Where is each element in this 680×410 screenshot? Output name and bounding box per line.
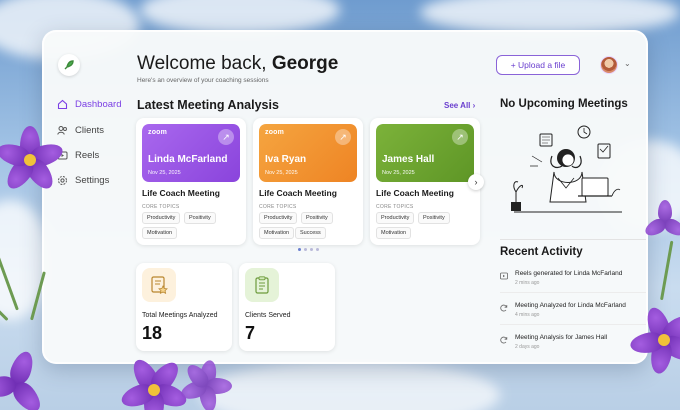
refresh-icon: [500, 304, 508, 312]
stat-label: Clients Served: [245, 312, 291, 319]
see-all-link[interactable]: See All ›: [444, 101, 475, 110]
app-window: Dashboard Clients Reels Settings Welcome…: [42, 30, 648, 364]
topic-tag: Productivity: [376, 212, 415, 224]
document-star-icon: [142, 268, 176, 302]
sidebar-item-settings[interactable]: Settings: [56, 170, 109, 190]
right-panel: + Upload a file ⌄ No Upcoming Meetings R: [496, 32, 646, 362]
upcoming-meetings-title: No Upcoming Meetings: [500, 98, 628, 110]
client-name: Iva Ryan: [265, 154, 307, 165]
stat-label: Total Meetings Analyzed: [142, 312, 218, 319]
divider: [500, 324, 646, 325]
carousel-next-button[interactable]: ›: [468, 174, 484, 190]
welcome-prefix: Welcome back,: [137, 53, 272, 74]
stat-value: 18: [142, 323, 163, 343]
core-topics-label: CORE TOPICS: [376, 204, 414, 210]
open-arrow-icon[interactable]: ↗: [452, 129, 468, 145]
activity-text: Meeting Analyzed for Linda McFarland: [515, 302, 626, 309]
sidebar-item-label: Reels: [75, 149, 100, 161]
home-icon: [56, 98, 68, 110]
meeting-banner: ↗ James Hall Nov 25, 2025: [376, 124, 474, 182]
sidebar: Dashboard Clients Reels Settings: [44, 32, 128, 362]
meeting-card[interactable]: zoom ↗ Iva Ryan Nov 25, 2025 Life Coach …: [253, 118, 363, 245]
open-arrow-icon[interactable]: ↗: [218, 129, 234, 145]
meeting-title: Life Coach Meeting: [259, 188, 337, 198]
purple-flower: [642, 200, 680, 240]
activity-text: Reels generated for Linda McFarland: [515, 270, 623, 277]
purple-flower: [178, 359, 234, 410]
activity-time: 4 mins ago: [515, 312, 540, 318]
zoom-logo: zoom: [265, 129, 285, 136]
meeting-date: Nov 25, 2025: [265, 170, 298, 176]
stat-card-clients: Clients Served 7: [239, 263, 335, 351]
chevron-right-icon: ›: [472, 101, 476, 110]
section-title: Latest Meeting Analysis: [137, 98, 279, 112]
reel-icon: [500, 272, 508, 280]
page-subtitle: Here's an overview of your coaching sess…: [137, 77, 269, 84]
carousel-dots: [298, 248, 319, 251]
carousel-dot[interactable]: [298, 248, 301, 251]
purple-flower: [0, 330, 46, 410]
purple-flower: [628, 300, 680, 376]
client-name: James Hall: [382, 154, 435, 165]
client-name: Linda McFarland: [148, 154, 228, 165]
divider: [500, 239, 646, 240]
upload-file-button[interactable]: + Upload a file: [496, 55, 580, 75]
topic-tag: Positivity: [418, 212, 450, 224]
topic-tag: Productivity: [142, 212, 181, 224]
purple-flower: [118, 354, 190, 410]
sidebar-item-clients[interactable]: Clients: [56, 120, 104, 140]
purple-flower: [0, 126, 66, 194]
topic-tag: Productivity: [259, 212, 298, 224]
carousel-dot[interactable]: [310, 248, 313, 251]
cloud: [200, 360, 500, 410]
meeting-date: Nov 25, 2025: [148, 170, 181, 176]
topic-tag: Positivity: [184, 212, 216, 224]
topic-tag: Motivation: [142, 227, 178, 239]
meeting-banner: zoom ↗ Linda McFarland Nov 25, 2025: [142, 124, 240, 182]
rocket-logo-icon[interactable]: [58, 54, 80, 76]
topic-tag: Success: [295, 227, 326, 239]
stat-value: 7: [245, 323, 256, 343]
sidebar-item-reels[interactable]: Reels: [56, 145, 99, 165]
carousel-dot[interactable]: [316, 248, 319, 251]
sidebar-item-label: Settings: [75, 174, 110, 186]
meeting-date: Nov 25, 2025: [382, 170, 415, 176]
clipboard-list-icon: [245, 268, 279, 302]
page-title: Welcome back, George: [137, 53, 338, 75]
carousel-dot[interactable]: [304, 248, 307, 251]
chevron-right-icon: ›: [474, 177, 478, 187]
core-topics-label: CORE TOPICS: [259, 204, 297, 210]
stem: [660, 240, 674, 301]
chevron-down-icon[interactable]: ⌄: [624, 59, 631, 68]
core-topics-label: CORE TOPICS: [142, 204, 180, 210]
refresh-icon: [500, 336, 508, 344]
avatar[interactable]: [600, 56, 618, 74]
zoom-logo: zoom: [148, 129, 168, 136]
sidebar-item-label: Clients: [75, 124, 105, 136]
activity-text: Meeting Analysis for James Hall: [515, 334, 608, 341]
topic-tag: Motivation: [376, 227, 412, 239]
recent-activity-title: Recent Activity: [500, 246, 583, 258]
topic-tag: Positivity: [301, 212, 333, 224]
meeting-card[interactable]: zoom ↗ Linda McFarland Nov 25, 2025 Life…: [136, 118, 246, 245]
meeting-title: Life Coach Meeting: [142, 188, 220, 198]
activity-time: 2 mins ago: [515, 280, 540, 286]
see-all-label: See All: [444, 101, 471, 110]
meeting-banner: zoom ↗ Iva Ryan Nov 25, 2025: [259, 124, 357, 182]
meeting-card[interactable]: ↗ James Hall Nov 25, 2025 Life Coach Mee…: [370, 118, 480, 245]
sidebar-item-label: Dashboard: [75, 98, 122, 110]
user-name: George: [271, 53, 339, 74]
relaxing-person-illustration: [511, 125, 622, 213]
activity-time: 2 days ago: [515, 344, 540, 350]
divider: [500, 292, 646, 293]
topic-tag: Motivation: [259, 227, 295, 239]
main-content: Welcome back, George Here's an overview …: [134, 32, 508, 362]
open-arrow-icon[interactable]: ↗: [335, 129, 351, 145]
meeting-title: Life Coach Meeting: [376, 188, 454, 198]
stat-card-meetings: Total Meetings Analyzed 18: [136, 263, 232, 351]
sidebar-item-dashboard[interactable]: Dashboard: [56, 94, 121, 114]
